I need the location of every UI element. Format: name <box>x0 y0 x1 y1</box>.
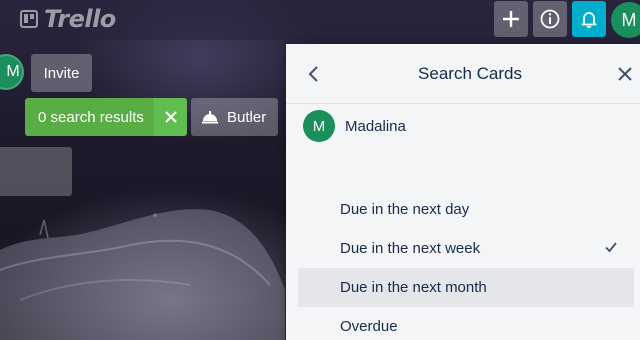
filter-label: Due in the next month <box>340 279 487 296</box>
butler-bell-icon <box>202 111 218 124</box>
member-filter-row[interactable]: M Madalina <box>303 108 406 144</box>
filter-label: Overdue <box>340 318 398 335</box>
filter-due-next-day[interactable]: Due in the next day <box>298 190 634 229</box>
invite-label: Invite <box>43 64 80 82</box>
close-icon <box>164 111 177 123</box>
close-panel-button[interactable] <box>611 60 639 88</box>
trello-logo[interactable]: Trello <box>20 5 116 33</box>
logo-text: Trello <box>44 5 116 33</box>
checkmark-icon <box>605 242 617 253</box>
info-button[interactable] <box>533 1 567 37</box>
user-avatar[interactable]: M <box>611 2 640 38</box>
panel-header: Search Cards <box>286 44 640 104</box>
user-avatar-initial: M <box>621 9 637 30</box>
search-results-label: 0 search results <box>38 108 144 126</box>
plus-icon <box>503 11 519 27</box>
invite-button[interactable]: Invite <box>31 54 92 92</box>
notifications-button[interactable] <box>572 1 606 37</box>
board-list-partial[interactable] <box>0 147 72 196</box>
top-header: Trello M <box>0 0 640 40</box>
due-date-filters: Due in the next day Due in the next week… <box>298 190 634 340</box>
filter-due-next-month[interactable]: Due in the next month <box>298 268 634 307</box>
filter-label: Due in the next week <box>340 240 481 257</box>
filter-overdue[interactable]: Overdue <box>298 307 634 340</box>
member-avatar-initial: M <box>312 117 326 135</box>
close-icon <box>618 67 632 81</box>
info-icon <box>540 9 560 29</box>
search-cards-panel: Search Cards M Madalina Due in the next … <box>286 44 640 340</box>
clear-search-button[interactable] <box>153 98 187 136</box>
bell-icon <box>581 12 597 28</box>
butler-button[interactable]: Butler <box>191 98 278 136</box>
filter-label: Due in the next day <box>340 201 470 218</box>
create-button[interactable] <box>494 1 528 37</box>
filter-due-next-week[interactable]: Due in the next week <box>298 229 634 268</box>
member-avatar: M <box>303 110 335 142</box>
member-name: Madalina <box>345 117 406 135</box>
search-results-chip[interactable]: 0 search results <box>25 98 187 136</box>
trello-board-icon <box>20 10 38 28</box>
panel-title: Search Cards <box>418 64 522 83</box>
board-member-initial: M <box>6 63 20 80</box>
butler-label: Butler <box>227 108 267 126</box>
